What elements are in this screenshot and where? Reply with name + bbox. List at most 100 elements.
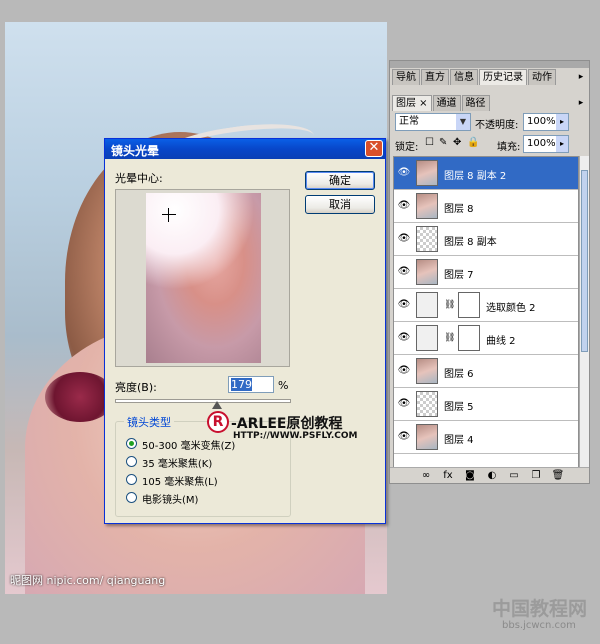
logo-name: -ARLEE原创教程	[231, 416, 343, 432]
ok-button[interactable]: 确定	[305, 171, 375, 190]
lock-move-icon[interactable]: ✥	[453, 137, 461, 148]
panel-sub-tabs: 图层 × 通道 路径	[392, 95, 491, 112]
adjustment-icon[interactable]: ◐	[484, 469, 500, 482]
layer-name: 图层 6	[444, 369, 474, 380]
opacity-input[interactable]: 100% ▸	[523, 113, 569, 131]
layer-name: 选取颜色 2	[486, 303, 536, 314]
layers-scrollbar[interactable]	[579, 156, 589, 468]
layer-mask-thumbnail[interactable]	[458, 292, 480, 318]
radio-icon	[126, 438, 137, 449]
crosshair-icon[interactable]	[162, 208, 176, 222]
tab-navigator[interactable]: 导航	[392, 69, 420, 85]
layer-row[interactable]: 👁 图层 8	[394, 190, 578, 223]
eye-icon[interactable]: 👁	[397, 398, 411, 410]
brightness-label: 亮度(B):	[115, 381, 157, 394]
lock-paint-icon[interactable]: ✎	[439, 137, 447, 148]
layer-name: 图层 4	[444, 435, 474, 446]
brightness-slider-thumb[interactable]	[212, 401, 222, 409]
eye-icon[interactable]: 👁	[397, 233, 411, 245]
layers-menu-icon[interactable]: ▸	[576, 98, 586, 108]
brightness-slider[interactable]	[115, 399, 291, 403]
tab-paths[interactable]: 路径	[461, 95, 490, 111]
layer-mask-thumbnail[interactable]	[458, 325, 480, 351]
brightness-input[interactable]: 179	[228, 376, 274, 393]
radio-icon	[126, 456, 137, 467]
layer-row[interactable]: 👁 图层 4	[394, 421, 578, 454]
layer-row[interactable]: 👁 图层 7	[394, 256, 578, 289]
tab-histogram[interactable]: 直方	[421, 69, 449, 85]
layer-thumbnail	[416, 358, 438, 384]
tab-layers[interactable]: 图层 ×	[392, 95, 432, 111]
layer-name: 图层 8 副本 2	[444, 171, 507, 182]
new-layer-icon[interactable]: ❐	[528, 469, 544, 482]
lens-option-105mm[interactable]: 105 毫米聚焦(L)	[126, 472, 286, 488]
chain-link-icon: ⛓	[444, 333, 456, 343]
layer-thumbnail	[416, 160, 438, 186]
layer-row[interactable]: 👁 图层 8 副本 2	[394, 157, 578, 190]
radio-icon	[126, 474, 137, 485]
layers-list: 👁 图层 8 副本 2 👁 图层 8 👁 图层 8 副本 👁 图层 7 👁 ⛓ …	[393, 156, 579, 468]
fx-icon[interactable]: fx	[440, 469, 456, 482]
eye-icon[interactable]: 👁	[397, 167, 411, 179]
layer-thumbnail	[416, 226, 438, 252]
link-icon[interactable]: ∞	[418, 469, 434, 482]
layer-name: 图层 8	[444, 204, 474, 215]
layer-name: 图层 7	[444, 270, 474, 281]
image-watermark: 昵图网 nipic.com/ qianguang	[10, 574, 166, 587]
arlee-logo: R -ARLEE原创教程 HTTP://WWW.PSFLY.COM	[207, 411, 357, 443]
layer-row[interactable]: 👁 ⛓ 曲线 2	[394, 322, 578, 355]
lock-transparency-icon[interactable]: ☐	[425, 137, 434, 148]
mask-icon[interactable]: ◙	[462, 469, 478, 482]
eye-icon[interactable]: 👁	[397, 266, 411, 278]
panel-grip[interactable]	[390, 61, 589, 68]
chevron-right-icon[interactable]: ▸	[556, 114, 568, 130]
layer-thumbnail	[416, 259, 438, 285]
radio-icon	[126, 492, 137, 503]
logo-url: HTTP://WWW.PSFLY.COM	[233, 431, 358, 441]
scrollbar-thumb[interactable]	[581, 170, 588, 352]
trash-icon[interactable]: 🗑	[550, 469, 566, 482]
layer-row[interactable]: 👁 ⛓ 选取颜色 2	[394, 289, 578, 322]
tab-actions[interactable]: 动作	[528, 69, 556, 85]
panel-top-tabs: 导航 直方 信息 历史记录 动作	[392, 69, 557, 86]
brightness-unit: %	[278, 379, 289, 392]
tab-channels[interactable]: 通道	[432, 95, 461, 111]
layer-thumbnail	[416, 391, 438, 417]
layer-row[interactable]: 👁 图层 5	[394, 388, 578, 421]
chevron-down-icon: ▼	[456, 114, 470, 130]
lock-label: 锁定:	[395, 142, 419, 153]
eye-icon[interactable]: 👁	[397, 299, 411, 311]
fill-input[interactable]: 100% ▸	[523, 135, 569, 153]
eye-icon[interactable]: 👁	[397, 431, 411, 443]
chevron-right-icon[interactable]: ▸	[556, 136, 568, 152]
lock-all-icon[interactable]: 🔒	[467, 137, 479, 148]
registered-icon: R	[207, 411, 229, 433]
flare-preview[interactable]	[115, 189, 290, 367]
eye-icon[interactable]: 👁	[397, 365, 411, 377]
close-button[interactable]: ✕	[365, 140, 383, 157]
lens-flare-dialog: 镜头光晕 ✕ 光晕中心: 确定 取消 亮度(B): 179 % 镜头类型 50-…	[104, 138, 386, 524]
panel-menu-icon[interactable]: ▸	[576, 72, 586, 82]
eye-icon[interactable]: 👁	[397, 332, 411, 344]
layer-row[interactable]: 👁 图层 8 副本	[394, 223, 578, 256]
layer-thumbnail	[416, 193, 438, 219]
eye-icon[interactable]: 👁	[397, 200, 411, 212]
flare-center-label: 光晕中心:	[115, 172, 163, 185]
cancel-button[interactable]: 取消	[305, 195, 375, 214]
tab-info[interactable]: 信息	[450, 69, 478, 85]
layers-footer: ∞ fx ◙ ◐ ▭ ❐ 🗑	[390, 467, 589, 483]
blend-mode-select[interactable]: 正常 ▼	[395, 113, 471, 131]
layer-name: 图层 8 副本	[444, 237, 497, 248]
blend-row: 正常 ▼ 不透明度: 100% ▸	[393, 113, 587, 133]
lens-option-movie[interactable]: 电影镜头(M)	[126, 490, 286, 506]
site-mark-cn: 中国教程网	[492, 598, 588, 620]
tab-history[interactable]: 历史记录	[479, 69, 527, 85]
layer-name: 图层 5	[444, 402, 474, 413]
lens-option-35mm[interactable]: 35 毫米聚焦(K)	[126, 454, 286, 470]
folder-icon[interactable]: ▭	[506, 469, 522, 482]
opacity-label: 不透明度:	[475, 120, 519, 131]
dialog-titlebar[interactable]: 镜头光晕 ✕	[105, 139, 385, 159]
site-watermark: 中国教程网 bbs.jcwcn.com	[492, 594, 592, 638]
layer-row[interactable]: 👁 图层 6	[394, 355, 578, 388]
lock-row: 锁定: ☐ ✎ ✥ 🔒 填充: 100% ▸	[393, 135, 587, 155]
